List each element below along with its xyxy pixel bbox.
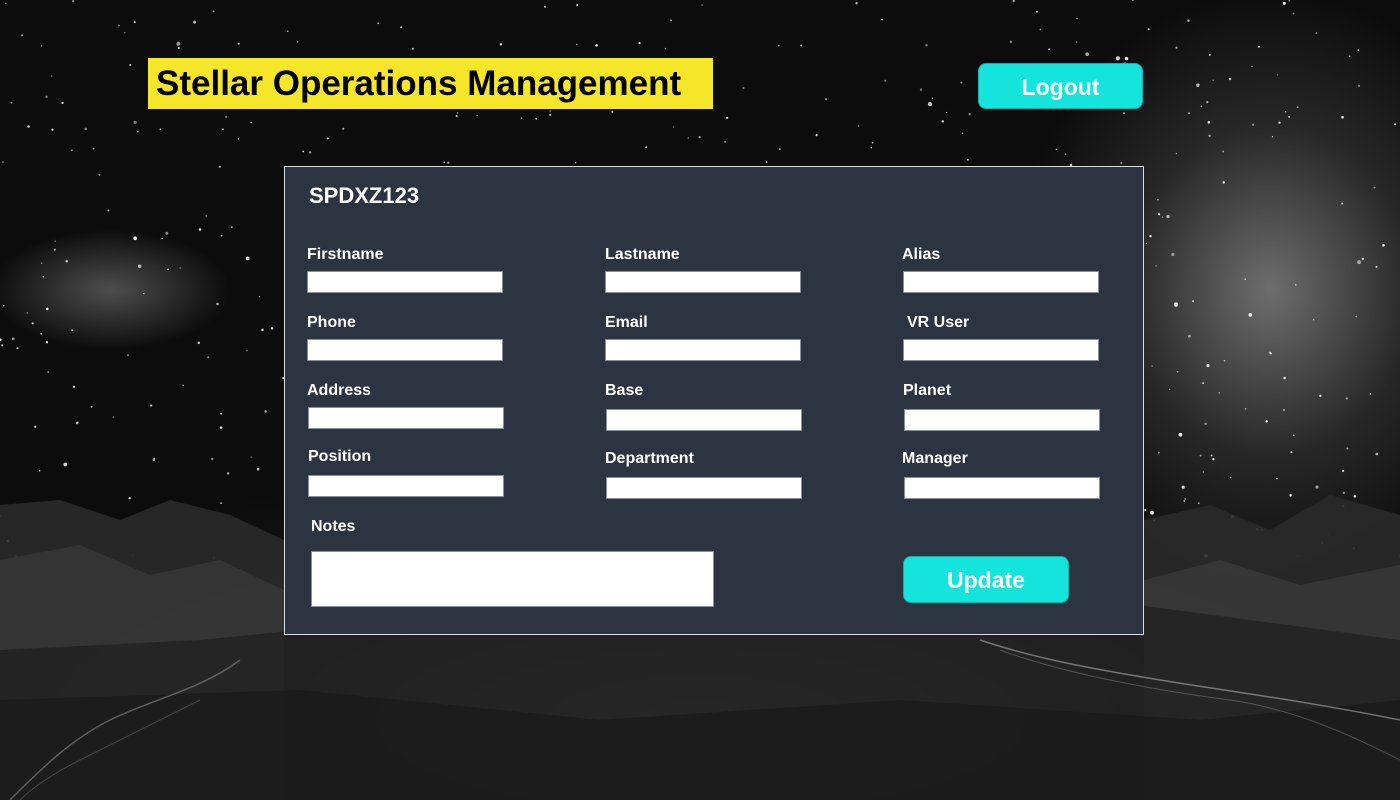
- vr-user-label: VR User: [907, 314, 970, 331]
- manager-input[interactable]: [904, 477, 1100, 499]
- position-input[interactable]: [308, 475, 504, 497]
- firstname-label: Firstname: [307, 246, 384, 263]
- alias-input[interactable]: [903, 271, 1099, 293]
- record-id: SPDXZ123: [309, 183, 420, 208]
- alias-label: Alias: [902, 246, 941, 263]
- planet-input[interactable]: [904, 409, 1100, 431]
- notes-textarea[interactable]: [311, 551, 714, 607]
- manager-label: Manager: [902, 450, 968, 467]
- planet-label: Planet: [903, 382, 952, 399]
- address-input[interactable]: [308, 407, 504, 429]
- update-button[interactable]: Update: [903, 556, 1069, 603]
- lastname-input[interactable]: [605, 271, 801, 293]
- employee-form-panel: SPDXZ123 Firstname Lastname Alias Phone …: [284, 166, 1144, 635]
- position-label: Position: [308, 448, 372, 465]
- app-title: Stellar Operations Management: [148, 58, 713, 109]
- address-label: Address: [307, 382, 372, 399]
- firstname-input[interactable]: [307, 271, 503, 293]
- logout-button[interactable]: Logout: [978, 63, 1143, 109]
- phone-label: Phone: [307, 314, 356, 331]
- lastname-label: Lastname: [605, 246, 680, 263]
- vr-user-input[interactable]: [903, 339, 1099, 361]
- base-input[interactable]: [606, 409, 802, 431]
- base-label: Base: [605, 382, 644, 399]
- email-input[interactable]: [605, 339, 801, 361]
- notes-label: Notes: [311, 518, 356, 535]
- email-label: Email: [605, 314, 648, 331]
- department-label: Department: [605, 450, 694, 467]
- phone-input[interactable]: [307, 339, 503, 361]
- department-input[interactable]: [606, 477, 802, 499]
